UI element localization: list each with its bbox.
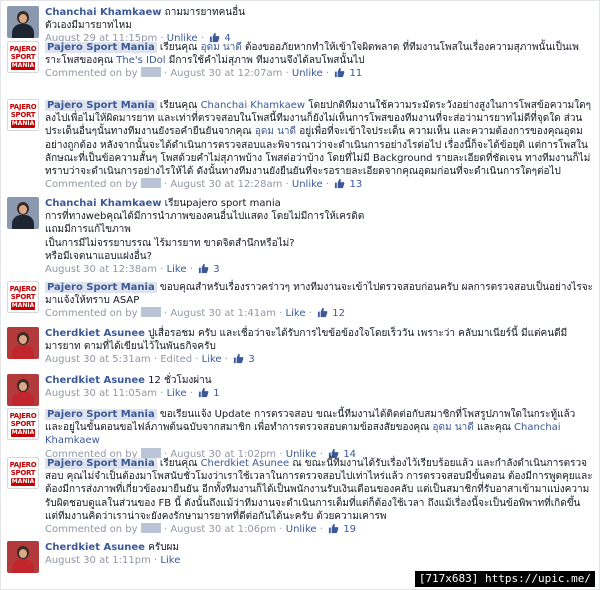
avatar[interactable] — [7, 197, 39, 229]
logo-text: MANIA — [11, 62, 35, 70]
comment-text: มีการใช้คำไม่สุภาพ ทีมงานจึงได้ลบโพสนั้น… — [165, 55, 365, 67]
avatar-small[interactable] — [140, 178, 161, 189]
avatar[interactable]: PAJERO SPORT MANIA — [7, 41, 39, 73]
like-button[interactable]: Like — [202, 354, 222, 365]
timestamp[interactable]: August 30 at 11:05am — [45, 388, 157, 399]
timestamp[interactable]: August 30 at 5:31am — [45, 354, 151, 365]
avatar-small[interactable] — [140, 307, 161, 318]
comment-text: ครับผม — [148, 542, 179, 553]
thumbs-up-icon — [335, 68, 345, 78]
author-link[interactable]: Pajero Sport Mania — [45, 458, 157, 469]
commented-on-by[interactable]: Commented on by — [45, 524, 138, 535]
like-count[interactable]: 11 — [349, 68, 362, 79]
user-tag[interactable]: The's IDol — [116, 55, 165, 66]
timestamp[interactable]: August 30 at 12:28am — [170, 179, 282, 190]
avatar[interactable]: PAJERO SPORT MANIA — [7, 408, 39, 440]
logo-text: SPORT — [10, 53, 36, 61]
logo-text: MANIA — [11, 302, 35, 310]
timestamp[interactable]: August 30 at 1:11pm — [45, 555, 151, 566]
user-tag[interactable]: อุดม นาดี — [201, 42, 242, 53]
logo-text: PAJERO — [9, 103, 37, 111]
like-count[interactable]: 13 — [349, 179, 362, 190]
user-tag[interactable]: อุดม นาดี — [433, 422, 474, 433]
unlike-button[interactable]: Unlike — [292, 179, 323, 190]
thumbs-up-icon — [198, 263, 209, 274]
thumbs-up-icon — [329, 523, 339, 534]
thumbs-up-icon — [198, 388, 209, 398]
avatar-small[interactable] — [140, 523, 161, 534]
comment-text: เรียนคุณ — [159, 458, 201, 469]
unlike-button[interactable]: Unlike — [286, 524, 317, 535]
comment-text: และคุณ — [473, 422, 515, 434]
like-button[interactable]: Like — [167, 264, 187, 275]
like-count[interactable]: 1 — [213, 388, 219, 399]
logo-text: PAJERO — [9, 461, 37, 469]
author-link[interactable]: Cherdkiet Asunee — [45, 328, 145, 339]
logo-text: MANIA — [11, 478, 35, 486]
commented-on-by[interactable]: Commented on by — [45, 68, 138, 79]
like-count[interactable]: 3 — [213, 264, 219, 275]
author-link[interactable]: Cherdkiet Asunee — [45, 375, 145, 386]
like-count[interactable]: 19 — [343, 524, 356, 535]
like-count[interactable]: 3 — [248, 354, 254, 365]
comment-text: 12 ชั่วโมงผ่าน — [148, 375, 212, 386]
avatar[interactable]: PAJERO SPORT MANIA — [7, 99, 39, 131]
logo-text: MANIA — [11, 120, 35, 128]
logo-text: PAJERO — [9, 412, 37, 420]
avatar[interactable] — [7, 6, 39, 38]
author-link[interactable]: Pajero Sport Mania — [45, 42, 157, 53]
avatar[interactable] — [7, 541, 39, 573]
logo-text: PAJERO — [9, 45, 37, 53]
user-tag[interactable]: Cherdkiet Asunee — [201, 458, 290, 469]
author-link[interactable]: Pajero Sport Mania — [45, 409, 157, 420]
logo-text: SPORT — [10, 469, 36, 477]
author-link[interactable]: Pajero Sport Mania — [45, 282, 157, 293]
commented-on-by[interactable]: Commented on by — [45, 308, 138, 319]
avatar[interactable] — [7, 374, 39, 406]
author-link[interactable]: Pajero Sport Mania — [45, 100, 157, 111]
avatar-small[interactable] — [140, 67, 161, 78]
timestamp[interactable]: August 30 at 1:06pm — [170, 524, 276, 535]
comment-text: เรียนคุณ — [159, 42, 201, 53]
logo-text: SPORT — [10, 293, 36, 301]
logo-text: SPORT — [10, 111, 36, 119]
logo-text: SPORT — [10, 420, 36, 428]
comment-text: เรียนคุณ — [159, 100, 201, 111]
thumbs-up-icon — [317, 308, 328, 318]
author-link[interactable]: Chanchai Khamkaew — [45, 7, 161, 18]
comment-thread: Chanchai Khamkaew ถามมารยาทคนอื่น ตัวเอง… — [0, 0, 600, 590]
unlike-button[interactable]: Unlike — [292, 68, 323, 79]
avatar[interactable] — [7, 327, 39, 359]
like-button[interactable]: Like — [160, 555, 180, 566]
logo-text: MANIA — [11, 429, 35, 437]
user-tag[interactable]: อุดม นาดี — [255, 126, 296, 137]
commented-on-by[interactable]: Commented on by — [45, 179, 138, 190]
author-link[interactable]: Cherdkiet Asunee — [45, 542, 145, 553]
avatar[interactable]: PAJERO SPORT MANIA — [7, 457, 39, 489]
thumbs-up-icon — [234, 354, 244, 364]
user-tag[interactable]: Chanchai Khamkaew — [201, 100, 306, 111]
watermark: [717x683] https://upic.me/ — [414, 571, 595, 587]
avatar[interactable]: PAJERO SPORT MANIA — [7, 281, 39, 313]
edited-label[interactable]: Edited — [160, 354, 192, 365]
like-button[interactable]: Like — [286, 308, 306, 319]
thumbs-up-icon — [335, 179, 345, 189]
author-link[interactable]: Chanchai Khamkaew — [45, 198, 161, 209]
like-count[interactable]: 12 — [332, 308, 345, 319]
timestamp[interactable]: August 30 at 12:38am — [45, 264, 157, 275]
like-button[interactable]: Like — [167, 388, 187, 399]
timestamp[interactable]: August 30 at 12:07am — [170, 68, 282, 79]
timestamp[interactable]: August 30 at 1:41am — [170, 308, 276, 319]
logo-text: PAJERO — [9, 285, 37, 293]
